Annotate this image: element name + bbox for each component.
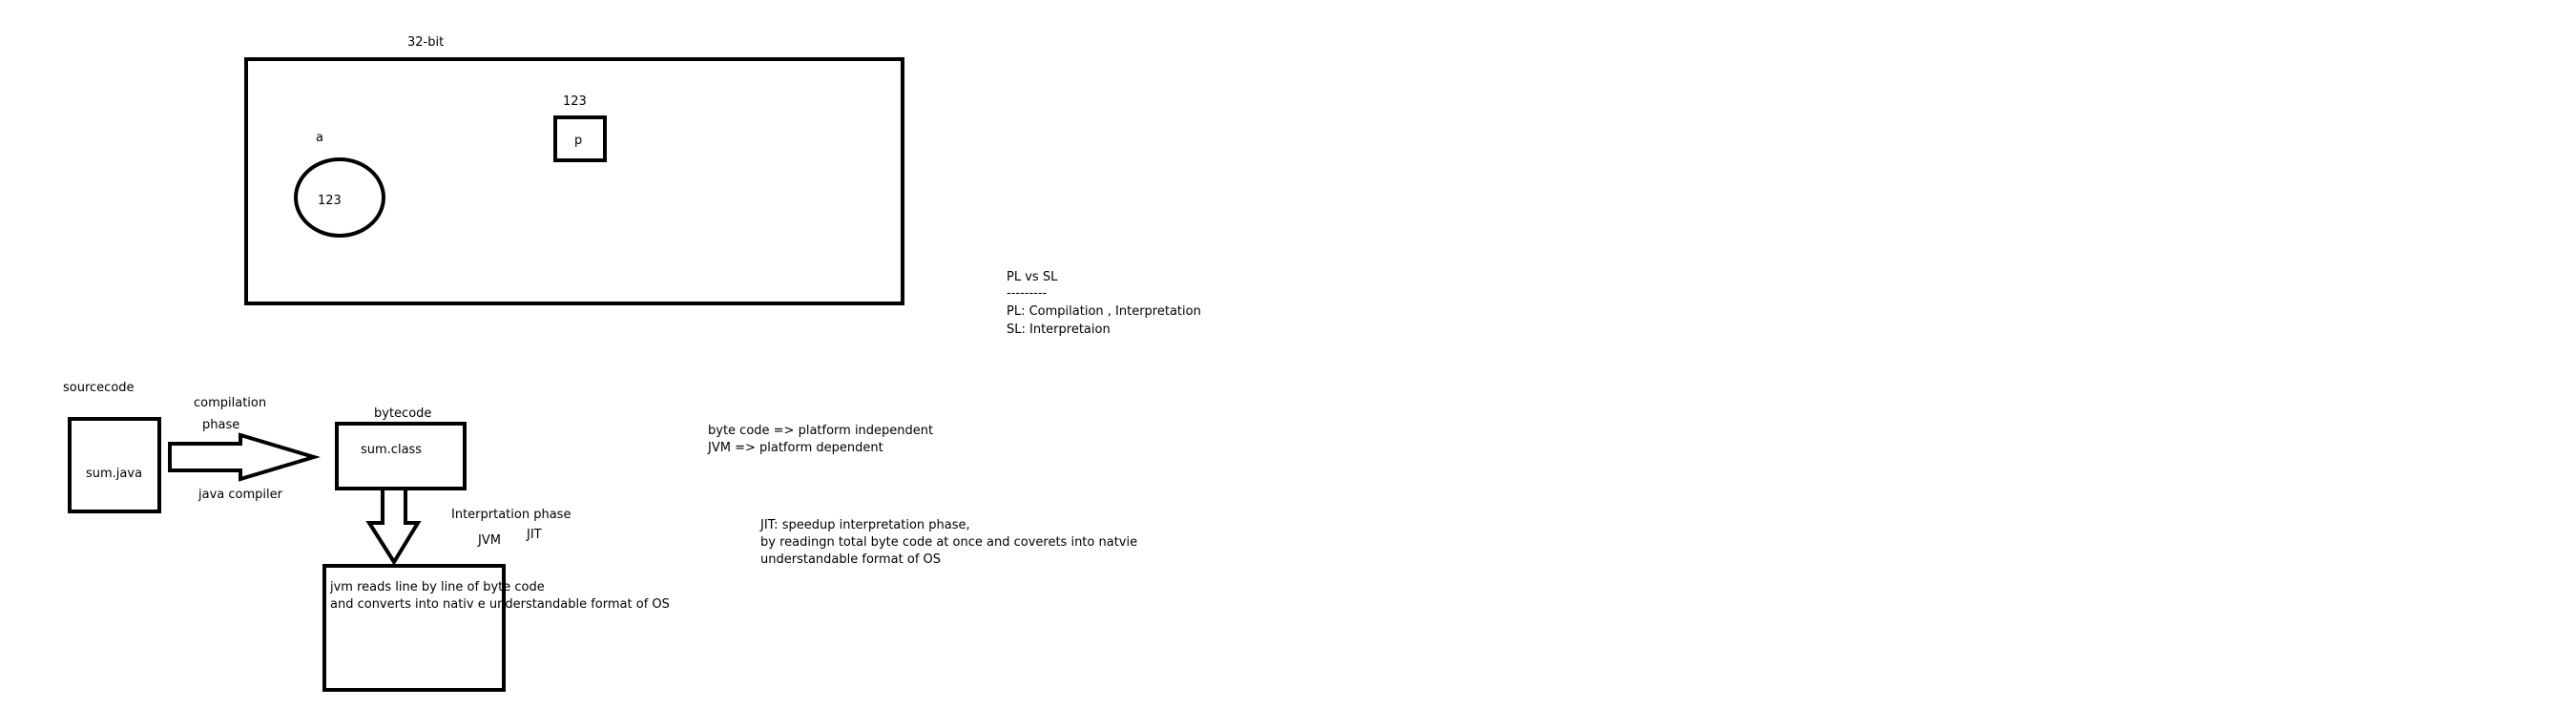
jit-note-3: understandable format of OS [760, 552, 942, 567]
bytecode-note-1: byte code => platform independent [708, 424, 934, 438]
diagram-shapes [168, 157, 422, 566]
jit-note-2: by readingn total byte code at once and … [760, 535, 1138, 550]
variable-a-ellipse [294, 157, 385, 238]
bytecode-note-2: JVM => platform dependent [708, 441, 883, 455]
interpret-arrow [365, 487, 422, 566]
compile-arrow [168, 432, 321, 482]
jit-note-1: JIT: speedup interpretation phase, [760, 518, 970, 532]
